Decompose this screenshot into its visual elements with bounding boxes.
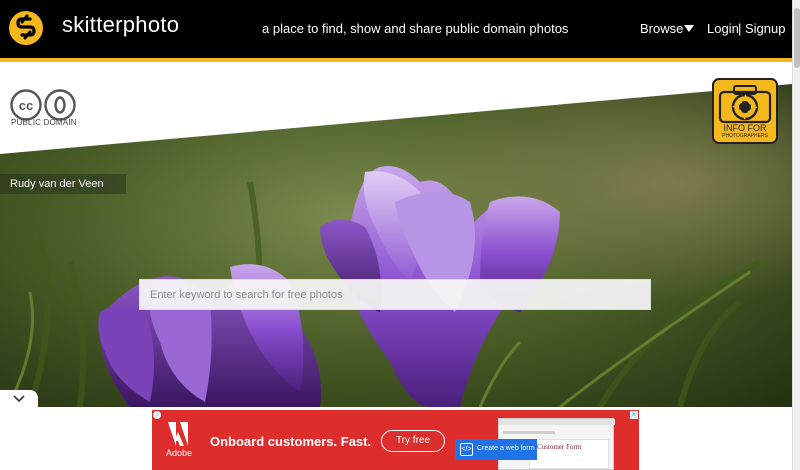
site-logo-text[interactable]: skitterphoto (62, 12, 179, 38)
top-navbar: skitterphoto a place to find, show and s… (0, 0, 792, 58)
adobe-brand-label: Adobe (166, 448, 193, 458)
nav-separator: | (738, 21, 742, 36)
svg-text:cc: cc (19, 98, 33, 113)
crocus-photo-image (0, 62, 792, 407)
page-scrollbar[interactable] (792, 0, 800, 470)
chevron-down-icon[interactable] (684, 25, 694, 32)
scrollbar-thumb[interactable] (794, 8, 800, 68)
chevron-down-icon (13, 395, 25, 403)
create-web-form-label: Create a web form (477, 445, 535, 452)
adobe-logo-icon (168, 422, 188, 446)
info-for-photographers-button[interactable]: INFO FOR PHOTOGRAPHERS (712, 78, 778, 144)
scroll-down-tab[interactable] (0, 390, 38, 407)
code-icon: </> (460, 443, 473, 456)
info-badge-subtitle: PHOTOGRAPHERS (722, 133, 768, 139)
skitterphoto-logo-icon[interactable] (9, 11, 43, 45)
try-free-button[interactable]: Try free (381, 430, 445, 452)
hero-photo (0, 62, 792, 407)
ad-close-icon[interactable]: ✕ (630, 411, 638, 419)
login-link[interactable]: Login (707, 21, 739, 36)
adobe-ad-banner[interactable]: i Adobe Onboard customers. Fast. Try fre… (152, 410, 639, 470)
photographer-credit[interactable]: Rudy van der Veen (0, 174, 126, 194)
ad-headline: Onboard customers. Fast. (210, 434, 372, 449)
browse-menu[interactable]: Browse (640, 21, 683, 36)
info-badge-title: INFO FOR (723, 123, 767, 133)
signup-link[interactable]: Signup (745, 21, 785, 36)
camera-icon (718, 85, 772, 124)
site-tagline: a place to find, show and share public d… (262, 21, 569, 36)
search-input[interactable] (139, 279, 651, 310)
public-domain-label: PUBLIC DOMAIN (11, 118, 77, 127)
create-web-form-button[interactable]: </> Create a web form (455, 439, 537, 460)
ad-form-title: Customer Form (537, 443, 582, 451)
